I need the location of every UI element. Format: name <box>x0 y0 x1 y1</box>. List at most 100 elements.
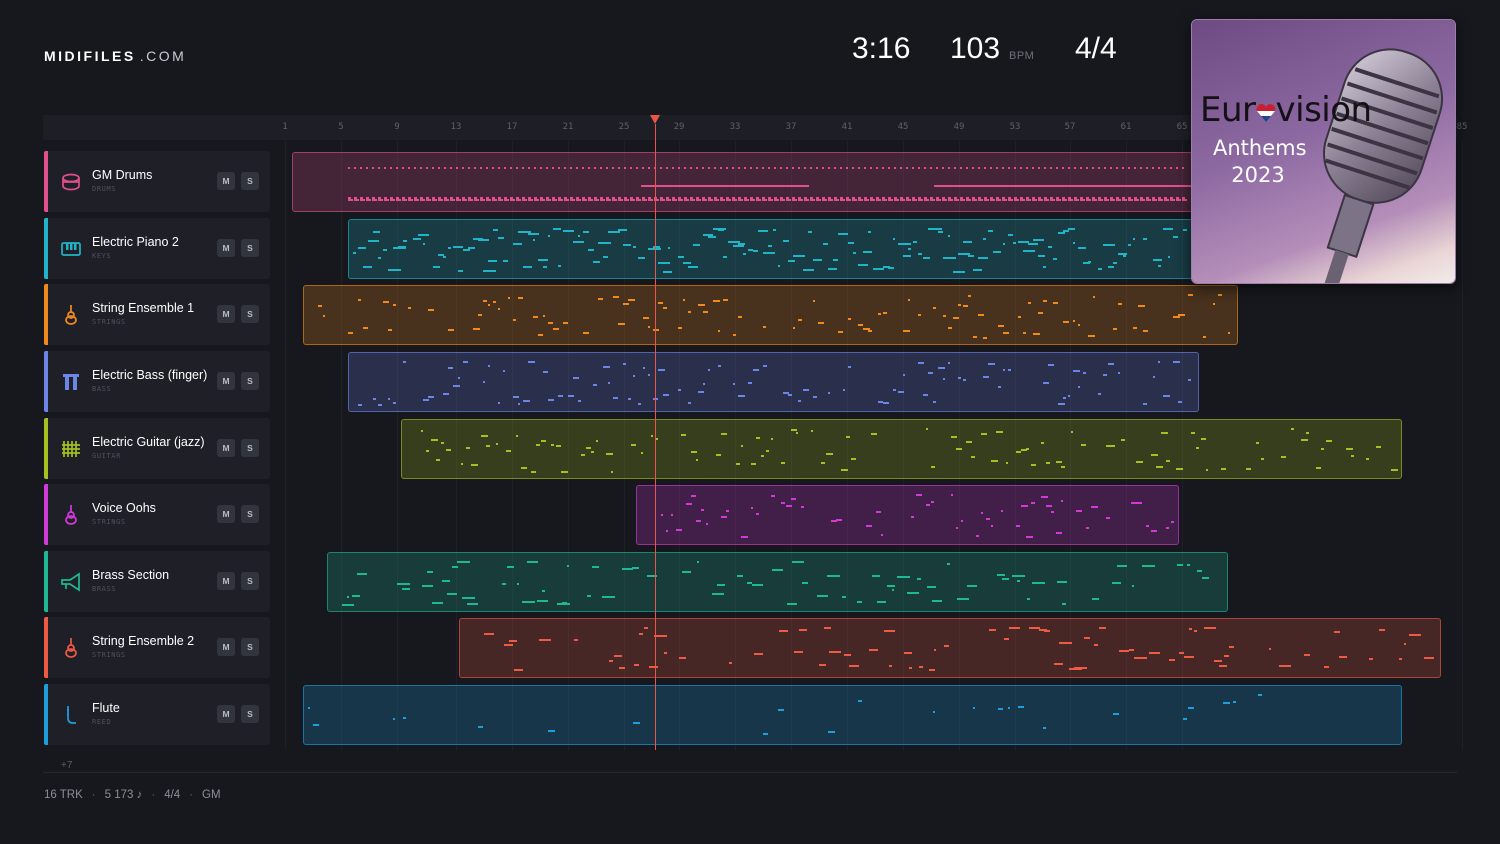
note-marks <box>421 428 1398 473</box>
piano-icon <box>60 238 82 260</box>
playhead[interactable] <box>655 124 656 750</box>
ruler-tick: 13 <box>450 122 462 132</box>
track-header[interactable]: GM Drums DRUMS M S <box>44 151 270 212</box>
track-header[interactable]: Electric Bass (finger) BASS M S <box>44 351 270 412</box>
mute-button[interactable]: M <box>217 505 235 523</box>
track-color-stripe <box>44 617 48 678</box>
ruler-tick: 33 <box>729 122 741 132</box>
midi-clip[interactable] <box>327 552 1228 612</box>
note-marks <box>348 167 1194 201</box>
track-color-stripe <box>44 284 48 345</box>
bpm-display: 103 <box>950 32 1001 65</box>
solo-button[interactable]: S <box>241 705 259 723</box>
midi-clip[interactable] <box>292 152 1195 212</box>
midi-clip[interactable] <box>401 419 1402 479</box>
midi-clip[interactable] <box>303 685 1402 745</box>
violin-icon <box>60 504 82 526</box>
midi-clip[interactable] <box>459 618 1441 678</box>
time-display: 3:16 <box>852 32 911 65</box>
track-header[interactable]: Voice Oohs STRINGS M S <box>44 484 270 545</box>
drum-icon <box>60 171 82 193</box>
track-category: KEYS <box>92 252 112 260</box>
footer-signature: 4/4 <box>164 789 181 801</box>
mute-button[interactable]: M <box>217 172 235 190</box>
violin-icon <box>60 637 82 659</box>
cover-title: Eur vision <box>1200 90 1372 130</box>
solo-button[interactable]: S <box>241 572 259 590</box>
ruler-tick: 29 <box>673 122 685 132</box>
track-color-stripe <box>44 218 48 279</box>
ruler-tick: 5 <box>338 122 344 132</box>
mute-button[interactable]: M <box>217 372 235 390</box>
track-name: Electric Piano 2 <box>92 235 179 249</box>
ruler-tick: 61 <box>1120 122 1132 132</box>
solo-button[interactable]: S <box>241 372 259 390</box>
mute-button[interactable]: M <box>217 705 235 723</box>
mute-button[interactable]: M <box>217 305 235 323</box>
track-header[interactable]: Electric Piano 2 KEYS M S <box>44 218 270 279</box>
track-header[interactable]: Electric Guitar (jazz) GUITAR M S <box>44 418 270 479</box>
mute-button[interactable]: M <box>217 239 235 257</box>
mute-button[interactable]: M <box>217 572 235 590</box>
solo-button[interactable]: S <box>241 172 259 190</box>
track-name: Electric Guitar (jazz) <box>92 435 205 449</box>
solo-button[interactable]: S <box>241 505 259 523</box>
track-header[interactable]: String Ensemble 2 STRINGS M S <box>44 617 270 678</box>
album-cover: Eur vision Anthems 2023 <box>1191 19 1456 284</box>
ruler-tick: 85 <box>1456 122 1468 132</box>
note-marks <box>661 494 1174 538</box>
grid-line <box>285 140 286 750</box>
bass-icon <box>60 371 82 393</box>
track-name: String Ensemble 1 <box>92 301 195 315</box>
violin-icon <box>60 304 82 326</box>
note-marks <box>358 361 1191 406</box>
ruler-tick: 37 <box>785 122 797 132</box>
midi-standard: GM <box>202 789 221 801</box>
note-marks <box>318 294 1230 339</box>
ruler-tick: 45 <box>897 122 909 132</box>
track-name: GM Drums <box>92 168 153 182</box>
track-header[interactable]: Brass Section BRASS M S <box>44 551 270 612</box>
trumpet-icon <box>60 571 82 593</box>
track-name: Electric Bass (finger) <box>92 368 208 382</box>
grid-line <box>1462 140 1463 750</box>
bpm-unit: BPM <box>1009 50 1035 62</box>
track-header[interactable]: String Ensemble 1 STRINGS M S <box>44 284 270 345</box>
ruler-tick: 41 <box>841 122 853 132</box>
ruler-tick: 57 <box>1064 122 1076 132</box>
solo-button[interactable]: S <box>241 305 259 323</box>
track-color-stripe <box>44 551 48 612</box>
midi-clip[interactable] <box>303 285 1238 345</box>
midi-clip[interactable] <box>636 485 1179 545</box>
note-count: 5 173 ♪ <box>104 789 143 801</box>
midi-clip[interactable] <box>348 352 1199 412</box>
note-marks <box>484 627 1434 671</box>
time-signature: 4/4 <box>1075 32 1117 65</box>
solo-button[interactable]: S <box>241 439 259 457</box>
flute-icon <box>60 704 82 726</box>
track-category: STRINGS <box>92 318 126 326</box>
solo-button[interactable]: S <box>241 638 259 656</box>
ruler-tick: 1 <box>282 122 288 132</box>
track-name: String Ensemble 2 <box>92 634 195 648</box>
heart-flag-icon <box>1256 92 1276 123</box>
midi-clip[interactable] <box>348 219 1195 279</box>
ruler-tick: 53 <box>1009 122 1021 132</box>
solo-button[interactable]: S <box>241 239 259 257</box>
logo: MIDIFILES .COM <box>44 48 187 64</box>
ruler-tick: 17 <box>506 122 518 132</box>
cover-year: 2023 <box>1231 163 1285 187</box>
mute-button[interactable]: M <box>217 439 235 457</box>
track-header[interactable]: Flute REED M S <box>44 684 270 745</box>
ruler-tick: 65 <box>1176 122 1188 132</box>
more-tracks-label[interactable]: +7 <box>61 760 72 771</box>
track-category: STRINGS <box>92 651 126 659</box>
track-category: BRASS <box>92 585 117 593</box>
ruler-tick: 25 <box>618 122 630 132</box>
grid-line <box>341 140 342 750</box>
mute-button[interactable]: M <box>217 638 235 656</box>
playhead-marker[interactable] <box>650 115 660 124</box>
track-color-stripe <box>44 684 48 745</box>
track-category: DRUMS <box>92 185 117 193</box>
note-marks <box>308 694 1262 735</box>
